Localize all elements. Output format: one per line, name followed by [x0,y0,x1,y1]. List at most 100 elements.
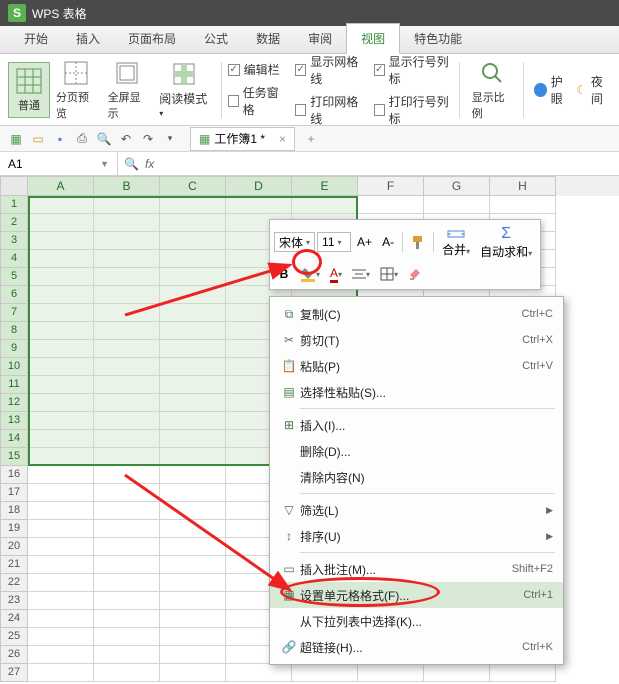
row-header[interactable]: 3 [0,232,28,250]
cell[interactable] [160,358,226,376]
select-all-corner[interactable] [0,176,28,196]
cell[interactable] [28,232,94,250]
cell[interactable] [28,412,94,430]
cell[interactable] [28,376,94,394]
column-header[interactable]: H [490,176,556,196]
row-header[interactable]: 12 [0,394,28,412]
fill-color-icon[interactable]: ▾ [296,263,324,285]
menu-item[interactable]: ▭插入批注(M)...Shift+F2 [270,556,563,582]
column-header[interactable]: E [292,176,358,196]
cell[interactable] [28,286,94,304]
menu-tab-5[interactable]: 审阅 [294,24,346,53]
cell[interactable] [490,196,556,214]
row-header[interactable]: 24 [0,610,28,628]
qat-new-icon[interactable]: ▦ [6,129,26,149]
column-header[interactable]: F [358,176,424,196]
cell[interactable] [160,304,226,322]
clear-format-icon[interactable] [404,263,426,285]
cell[interactable] [160,466,226,484]
cell[interactable] [28,664,94,682]
cell[interactable] [94,628,160,646]
cell[interactable] [28,520,94,538]
checkbox-显示网格线[interactable]: ✓显示网格线 [295,53,363,87]
cell[interactable] [160,268,226,286]
checkbox-打印行号列标[interactable]: 打印行号列标 [374,93,453,127]
qat-print-icon[interactable]: ⎙ [72,129,92,149]
row-header[interactable]: 21 [0,556,28,574]
cell[interactable] [292,664,358,682]
cell[interactable] [28,448,94,466]
cell[interactable] [160,646,226,664]
cell[interactable] [292,196,358,214]
search-icon[interactable]: 🔍 [124,157,139,171]
cell[interactable] [94,610,160,628]
view-fullscreen-button[interactable]: 全屏显示 [102,55,154,125]
menu-tab-3[interactable]: 公式 [190,24,242,53]
cell[interactable] [160,430,226,448]
cell[interactable] [94,358,160,376]
cell[interactable] [160,214,226,232]
cell[interactable] [94,502,160,520]
font-color-icon[interactable]: A▾ [326,263,346,285]
cell[interactable] [94,520,160,538]
menu-tab-2[interactable]: 页面布局 [114,24,190,53]
cell[interactable] [94,592,160,610]
column-header[interactable]: A [28,176,94,196]
row-header[interactable]: 1 [0,196,28,214]
row-header[interactable]: 9 [0,340,28,358]
menu-item[interactable]: ↕排序(U)▶ [270,523,563,549]
cell[interactable] [226,196,292,214]
cell[interactable] [28,502,94,520]
eye-protect-toggle[interactable]: 护眼 [534,73,572,107]
autosum-button[interactable]: Σ自动求和▾ [476,224,536,260]
cell[interactable] [160,250,226,268]
menu-item[interactable]: 清除内容(N) [270,464,563,490]
font-family-select[interactable]: 宋体▾ [274,232,315,252]
cell[interactable] [160,556,226,574]
checkbox-任务窗格[interactable]: 任务窗格 [228,84,286,118]
cell[interactable] [28,358,94,376]
cell[interactable] [160,286,226,304]
cell[interactable] [160,340,226,358]
cell[interactable] [358,664,424,682]
cell[interactable] [94,466,160,484]
cell[interactable] [28,628,94,646]
menu-item[interactable]: ▤选择性粘贴(S)... [270,379,563,405]
column-header[interactable]: B [94,176,160,196]
cell[interactable] [94,196,160,214]
cell[interactable] [94,448,160,466]
row-header[interactable]: 7 [0,304,28,322]
cell[interactable] [160,628,226,646]
row-header[interactable]: 13 [0,412,28,430]
row-header[interactable]: 22 [0,574,28,592]
cell[interactable] [94,304,160,322]
menu-item[interactable]: ⊞插入(I)... [270,412,563,438]
cell[interactable] [94,484,160,502]
cell[interactable] [160,592,226,610]
qat-save-icon[interactable]: ▪ [50,129,70,149]
format-painter-icon[interactable] [407,231,429,253]
row-header[interactable]: 4 [0,250,28,268]
merge-button[interactable]: 合并▾ [438,224,474,260]
qat-open-icon[interactable]: ▭ [28,129,48,149]
cell[interactable] [28,196,94,214]
font-size-select[interactable]: 11▾ [317,232,351,252]
row-header[interactable]: 6 [0,286,28,304]
cell[interactable] [94,268,160,286]
cell[interactable] [94,538,160,556]
row-header[interactable]: 14 [0,430,28,448]
checkbox-打印网格线[interactable]: 打印网格线 [295,93,363,127]
row-header[interactable]: 17 [0,484,28,502]
cell[interactable] [94,664,160,682]
cell[interactable] [160,520,226,538]
cell[interactable] [28,484,94,502]
menu-item[interactable]: 🔗超链接(H)...Ctrl+K [270,634,563,660]
view-normal-button[interactable]: 普通 [8,62,50,118]
cell[interactable] [160,196,226,214]
cell[interactable] [28,430,94,448]
cell[interactable] [28,268,94,286]
cell[interactable] [28,466,94,484]
checkbox-显示行号列标[interactable]: ✓显示行号列标 [374,53,453,87]
night-mode-toggle[interactable]: ☾夜间 [576,73,611,107]
menu-item[interactable]: ▦设置单元格格式(F)...Ctrl+1 [270,582,563,608]
